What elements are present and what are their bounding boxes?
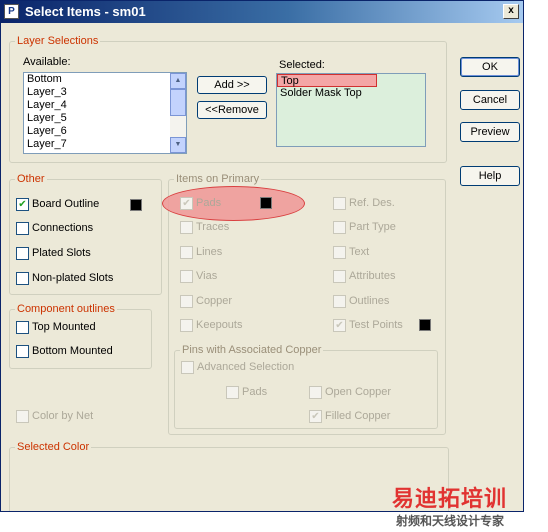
other-legend: Other: [17, 173, 45, 185]
list-item[interactable]: Layer_5: [24, 112, 186, 125]
attributes-checkbox[interactable]: [333, 270, 346, 283]
pins-with-copper-legend: Pins with Associated Copper: [182, 344, 322, 356]
help-button[interactable]: Help: [460, 166, 520, 186]
outlines-checkbox[interactable]: [333, 295, 346, 308]
connections-label: Connections: [32, 222, 94, 234]
advanced-selection-label: Advanced Selection: [197, 361, 295, 373]
plated-slots-label: Plated Slots: [32, 247, 91, 259]
list-item[interactable]: Solder Mask Top: [277, 87, 425, 100]
cancel-button[interactable]: Cancel: [460, 90, 520, 110]
traces-checkbox[interactable]: [180, 221, 193, 234]
scroll-thumb[interactable]: [170, 89, 186, 116]
ref-des-checkbox[interactable]: [333, 197, 346, 210]
bottom-mounted-label: Bottom Mounted: [32, 345, 113, 357]
selected-label: Selected:: [279, 59, 325, 71]
non-plated-slots-label: Non-plated Slots: [32, 272, 114, 284]
filled-copper-checkbox[interactable]: ✔: [309, 410, 322, 423]
board-outline-color-swatch[interactable]: [130, 199, 142, 211]
open-copper-label: Open Copper: [325, 386, 392, 398]
add-button[interactable]: Add >>: [197, 76, 267, 94]
copper-label: Copper: [196, 295, 233, 307]
filled-copper-label: Filled Copper: [325, 410, 391, 422]
text-checkbox[interactable]: [333, 246, 346, 259]
ref-des-label: Ref. Des.: [349, 197, 395, 209]
preview-button[interactable]: Preview: [460, 122, 520, 142]
board-outline-checkbox[interactable]: ✔: [16, 198, 29, 211]
color-by-net-label: Color by Net: [32, 410, 94, 422]
lines-label: Lines: [196, 246, 223, 258]
component-outlines-legend: Component outlines: [17, 303, 115, 315]
test-points-checkbox[interactable]: ✔: [333, 319, 346, 332]
pins-with-copper-group: Pins with Associated Copper: [174, 344, 438, 429]
list-item[interactable]: Bottom: [24, 73, 186, 86]
outlines-label: Outlines: [349, 295, 390, 307]
component-outlines-group: Component outlines: [9, 303, 152, 369]
scroll-up-icon[interactable]: ▲: [170, 73, 186, 89]
board-outline-label: Board Outline: [32, 198, 100, 210]
scroll-down-icon[interactable]: ▼: [170, 137, 186, 153]
test-points-label: Test Points: [349, 319, 403, 331]
window-title: Select Items - sm01: [25, 4, 146, 19]
non-plated-slots-checkbox[interactable]: [16, 272, 29, 285]
available-label: Available:: [23, 56, 71, 68]
keepouts-checkbox[interactable]: [180, 319, 193, 332]
copper-checkbox[interactable]: [180, 295, 193, 308]
test-points-color-swatch[interactable]: [419, 319, 431, 331]
ok-button[interactable]: OK: [460, 57, 520, 77]
available-scrollbar[interactable]: ▲ ▼: [170, 73, 186, 153]
selected-listbox[interactable]: Top Solder Mask Top: [276, 73, 426, 147]
items-on-primary-legend: Items on Primary: [176, 173, 260, 185]
pins-pads-label: Pads: [242, 386, 268, 398]
close-button[interactable]: x: [503, 4, 519, 19]
watermark-logo: 易迪拓培训: [392, 486, 508, 511]
list-item-selected[interactable]: Top: [277, 74, 377, 87]
vias-label: Vias: [196, 270, 218, 282]
pads-label: Pads: [196, 197, 222, 209]
available-listbox[interactable]: Bottom Layer_3 Layer_4 Layer_5 Layer_6 L…: [23, 72, 187, 154]
layer-selections-legend: Layer Selections: [17, 35, 99, 47]
list-item[interactable]: Layer_6: [24, 125, 186, 138]
list-item[interactable]: Layer_7: [24, 138, 186, 151]
list-item[interactable]: Layer_4: [24, 99, 186, 112]
watermark-tagline: 射频和天线设计专家: [396, 514, 505, 528]
list-item[interactable]: Layer_3: [24, 86, 186, 99]
top-mounted-label: Top Mounted: [32, 321, 96, 333]
app-icon: P: [4, 4, 19, 19]
bottom-mounted-checkbox[interactable]: [16, 345, 29, 358]
remove-button[interactable]: <<Remove: [197, 101, 267, 119]
select-items-dialog: P Select Items - sm01 x Layer Selections…: [0, 0, 524, 512]
pads-checkbox[interactable]: ✔: [180, 197, 193, 210]
connections-checkbox[interactable]: [16, 222, 29, 235]
selected-color-group: Selected Color: [9, 441, 449, 511]
color-by-net-checkbox[interactable]: [16, 410, 29, 423]
title-bar[interactable]: P Select Items - sm01 x: [1, 1, 523, 23]
part-type-checkbox[interactable]: [333, 221, 346, 234]
keepouts-label: Keepouts: [196, 319, 243, 331]
advanced-selection-checkbox[interactable]: [181, 361, 194, 374]
pins-pads-checkbox[interactable]: [226, 386, 239, 399]
lines-checkbox[interactable]: [180, 246, 193, 259]
open-copper-checkbox[interactable]: [309, 386, 322, 399]
top-mounted-checkbox[interactable]: [16, 321, 29, 334]
plated-slots-checkbox[interactable]: [16, 247, 29, 260]
traces-label: Traces: [196, 221, 230, 233]
pads-color-swatch[interactable]: [260, 197, 272, 209]
part-type-label: Part Type: [349, 221, 396, 233]
vias-checkbox[interactable]: [180, 270, 193, 283]
attributes-label: Attributes: [349, 270, 396, 282]
text-label: Text: [349, 246, 370, 258]
selected-color-legend: Selected Color: [17, 441, 90, 453]
